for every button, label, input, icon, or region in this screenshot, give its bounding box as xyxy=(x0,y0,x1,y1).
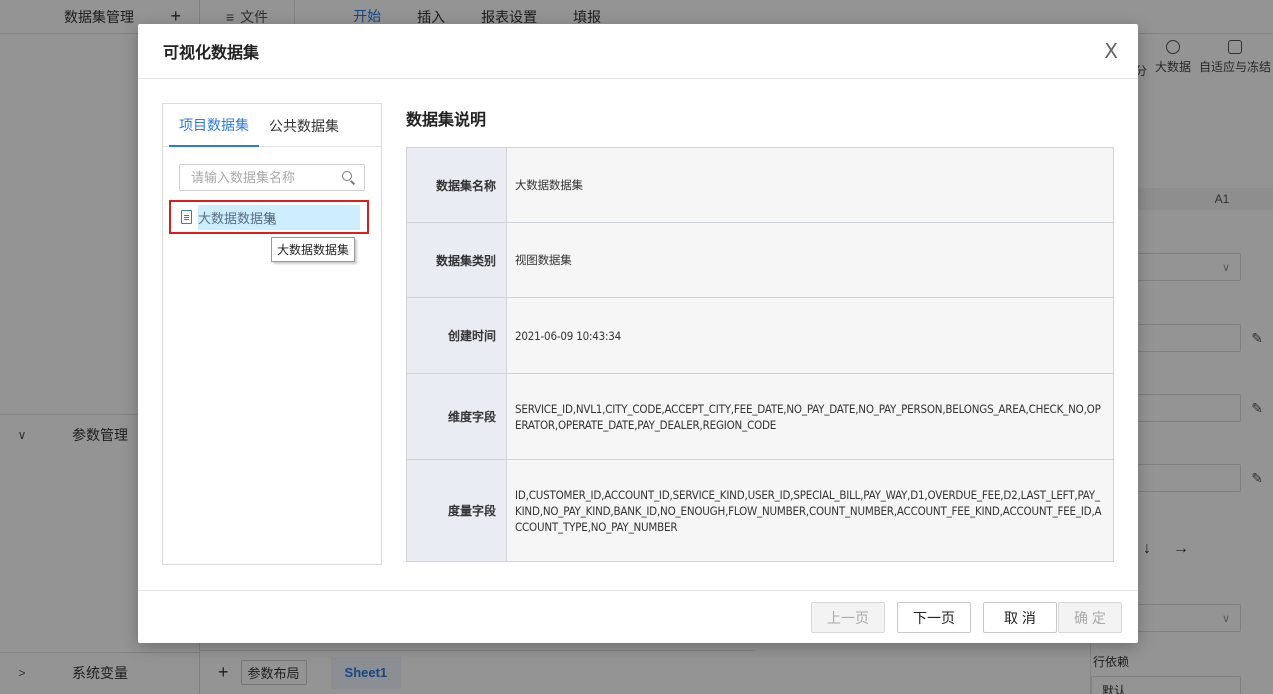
dataset-list-item[interactable]: 大数据数据集 ☝ xyxy=(169,200,369,234)
info-value: SERVICE_ID,NVL1,CITY_CODE,ACCEPT_CITY,FE… xyxy=(506,373,1114,460)
info-row-category: 数据集类别 视图数据集 xyxy=(406,222,1114,298)
info-key: 数据集名称 xyxy=(406,147,507,223)
info-row-name: 数据集名称 大数据数据集 xyxy=(406,147,1114,223)
info-row-created: 创建时间 2021-06-09 10:43:34 xyxy=(406,297,1114,374)
tab-project-datasets[interactable]: 项目数据集 xyxy=(169,104,259,147)
document-icon xyxy=(181,210,192,224)
info-key: 维度字段 xyxy=(406,373,507,460)
dataset-search xyxy=(179,164,365,191)
dialog-footer: 上一页 下一页 取 消 确 定 xyxy=(138,590,1138,643)
hand-cursor-icon: ☝ xyxy=(267,212,277,229)
info-row-measures: 度量字段 ID,CUSTOMER_ID,ACCOUNT_ID,SERVICE_K… xyxy=(406,459,1114,562)
info-row-dimensions: 维度字段 SERVICE_ID,NVL1,CITY_CODE,ACCEPT_CI… xyxy=(406,373,1114,460)
dataset-description-title: 数据集说明 xyxy=(406,112,487,129)
close-icon[interactable]: X xyxy=(1104,41,1118,61)
visual-dataset-dialog: 可视化数据集 X 项目数据集 公共数据集 大数据数据集 ☝ 大数据数据集 数据集… xyxy=(138,24,1138,643)
next-page-button[interactable]: 下一页 xyxy=(897,602,971,633)
dataset-item-label: 大数据数据集 xyxy=(198,204,360,230)
dataset-tabs: 项目数据集 公共数据集 xyxy=(163,104,381,147)
cancel-button[interactable]: 取 消 xyxy=(983,602,1057,633)
confirm-button[interactable]: 确 定 xyxy=(1058,602,1122,633)
dataset-list-panel: 项目数据集 公共数据集 大数据数据集 ☝ 大数据数据集 xyxy=(162,103,382,565)
search-input[interactable] xyxy=(191,170,331,185)
info-key: 度量字段 xyxy=(406,459,507,562)
info-key: 数据集类别 xyxy=(406,222,507,298)
dataset-tooltip: 大数据数据集 xyxy=(271,237,356,262)
search-icon[interactable] xyxy=(342,170,356,185)
info-value: 2021-06-09 10:43:34 xyxy=(506,297,1114,374)
info-value: 视图数据集 xyxy=(506,222,1114,298)
info-value: 大数据数据集 xyxy=(506,147,1114,223)
dialog-header: 可视化数据集 X xyxy=(138,24,1138,79)
info-value: ID,CUSTOMER_ID,ACCOUNT_ID,SERVICE_KIND,U… xyxy=(506,459,1114,562)
dialog-title: 可视化数据集 xyxy=(163,45,260,62)
dataset-info-table: 数据集名称 大数据数据集 数据集类别 视图数据集 创建时间 2021-06-09… xyxy=(406,147,1114,562)
prev-page-button[interactable]: 上一页 xyxy=(811,602,885,633)
tab-public-datasets[interactable]: 公共数据集 xyxy=(259,104,349,147)
info-key: 创建时间 xyxy=(406,297,507,374)
